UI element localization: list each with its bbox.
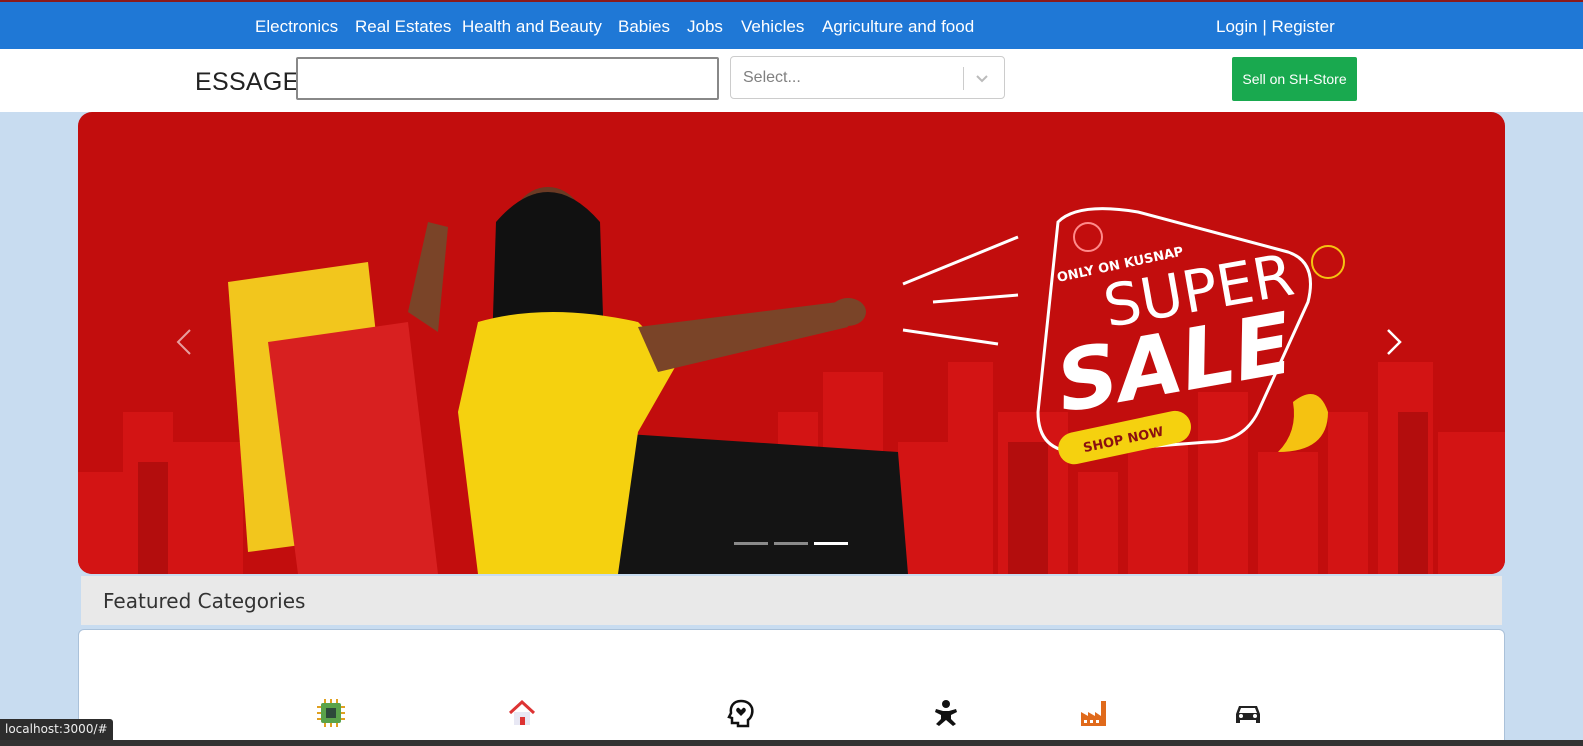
- chevron-down-icon[interactable]: [974, 70, 990, 86]
- car-icon[interactable]: [1233, 698, 1263, 728]
- search-input[interactable]: [296, 57, 719, 100]
- nav-link-babies[interactable]: Babies: [618, 17, 670, 37]
- carousel-next-arrow[interactable]: [1378, 322, 1408, 362]
- carousel-prev-arrow[interactable]: [170, 322, 200, 362]
- house-icon[interactable]: [507, 698, 537, 728]
- brand-logo: ESSAGE: [195, 68, 300, 96]
- nav-link-vehicles[interactable]: Vehicles: [741, 17, 804, 37]
- nav-link-jobs[interactable]: Jobs: [687, 17, 723, 37]
- nav-link-real-estates[interactable]: Real Estates: [355, 17, 451, 37]
- carousel-indicators: [734, 542, 854, 548]
- nav-link-health-beauty[interactable]: Health and Beauty: [462, 17, 602, 37]
- login-register-link[interactable]: Login | Register: [1216, 17, 1335, 37]
- category-select[interactable]: Select...: [730, 56, 1005, 99]
- chip-icon[interactable]: [316, 698, 346, 728]
- hero-carousel: ONLY ON KUSNAP SUPER SALE SHOP NOW: [78, 112, 1505, 574]
- carousel-indicator[interactable]: [734, 542, 768, 545]
- browser-status-bar: localhost:3000/#: [0, 719, 113, 740]
- head-heart-icon[interactable]: [726, 698, 756, 728]
- factory-icon[interactable]: [1079, 698, 1109, 728]
- select-placeholder: Select...: [743, 69, 801, 86]
- featured-categories-header: Featured Categories: [81, 576, 1502, 625]
- carousel-indicator[interactable]: [774, 542, 808, 545]
- nav-link-agriculture-food[interactable]: Agriculture and food: [822, 17, 974, 37]
- nav-link-electronics[interactable]: Electronics: [255, 17, 338, 37]
- banner-image: ONLY ON KUSNAP SUPER SALE SHOP NOW: [78, 187, 1505, 574]
- sell-on-store-button[interactable]: Sell on SH-Store: [1232, 57, 1357, 101]
- featured-categories-title: Featured Categories: [103, 589, 306, 613]
- search-header: ESSAGE Select... Sell on SH-Store: [0, 49, 1583, 112]
- top-navbar: Electronics Real Estates Health and Beau…: [0, 0, 1583, 49]
- baby-icon[interactable]: [931, 698, 961, 728]
- carousel-indicator-active[interactable]: [814, 542, 848, 545]
- featured-categories-card: [78, 629, 1505, 746]
- bottom-edge: [0, 740, 1583, 746]
- select-separator: [963, 67, 964, 90]
